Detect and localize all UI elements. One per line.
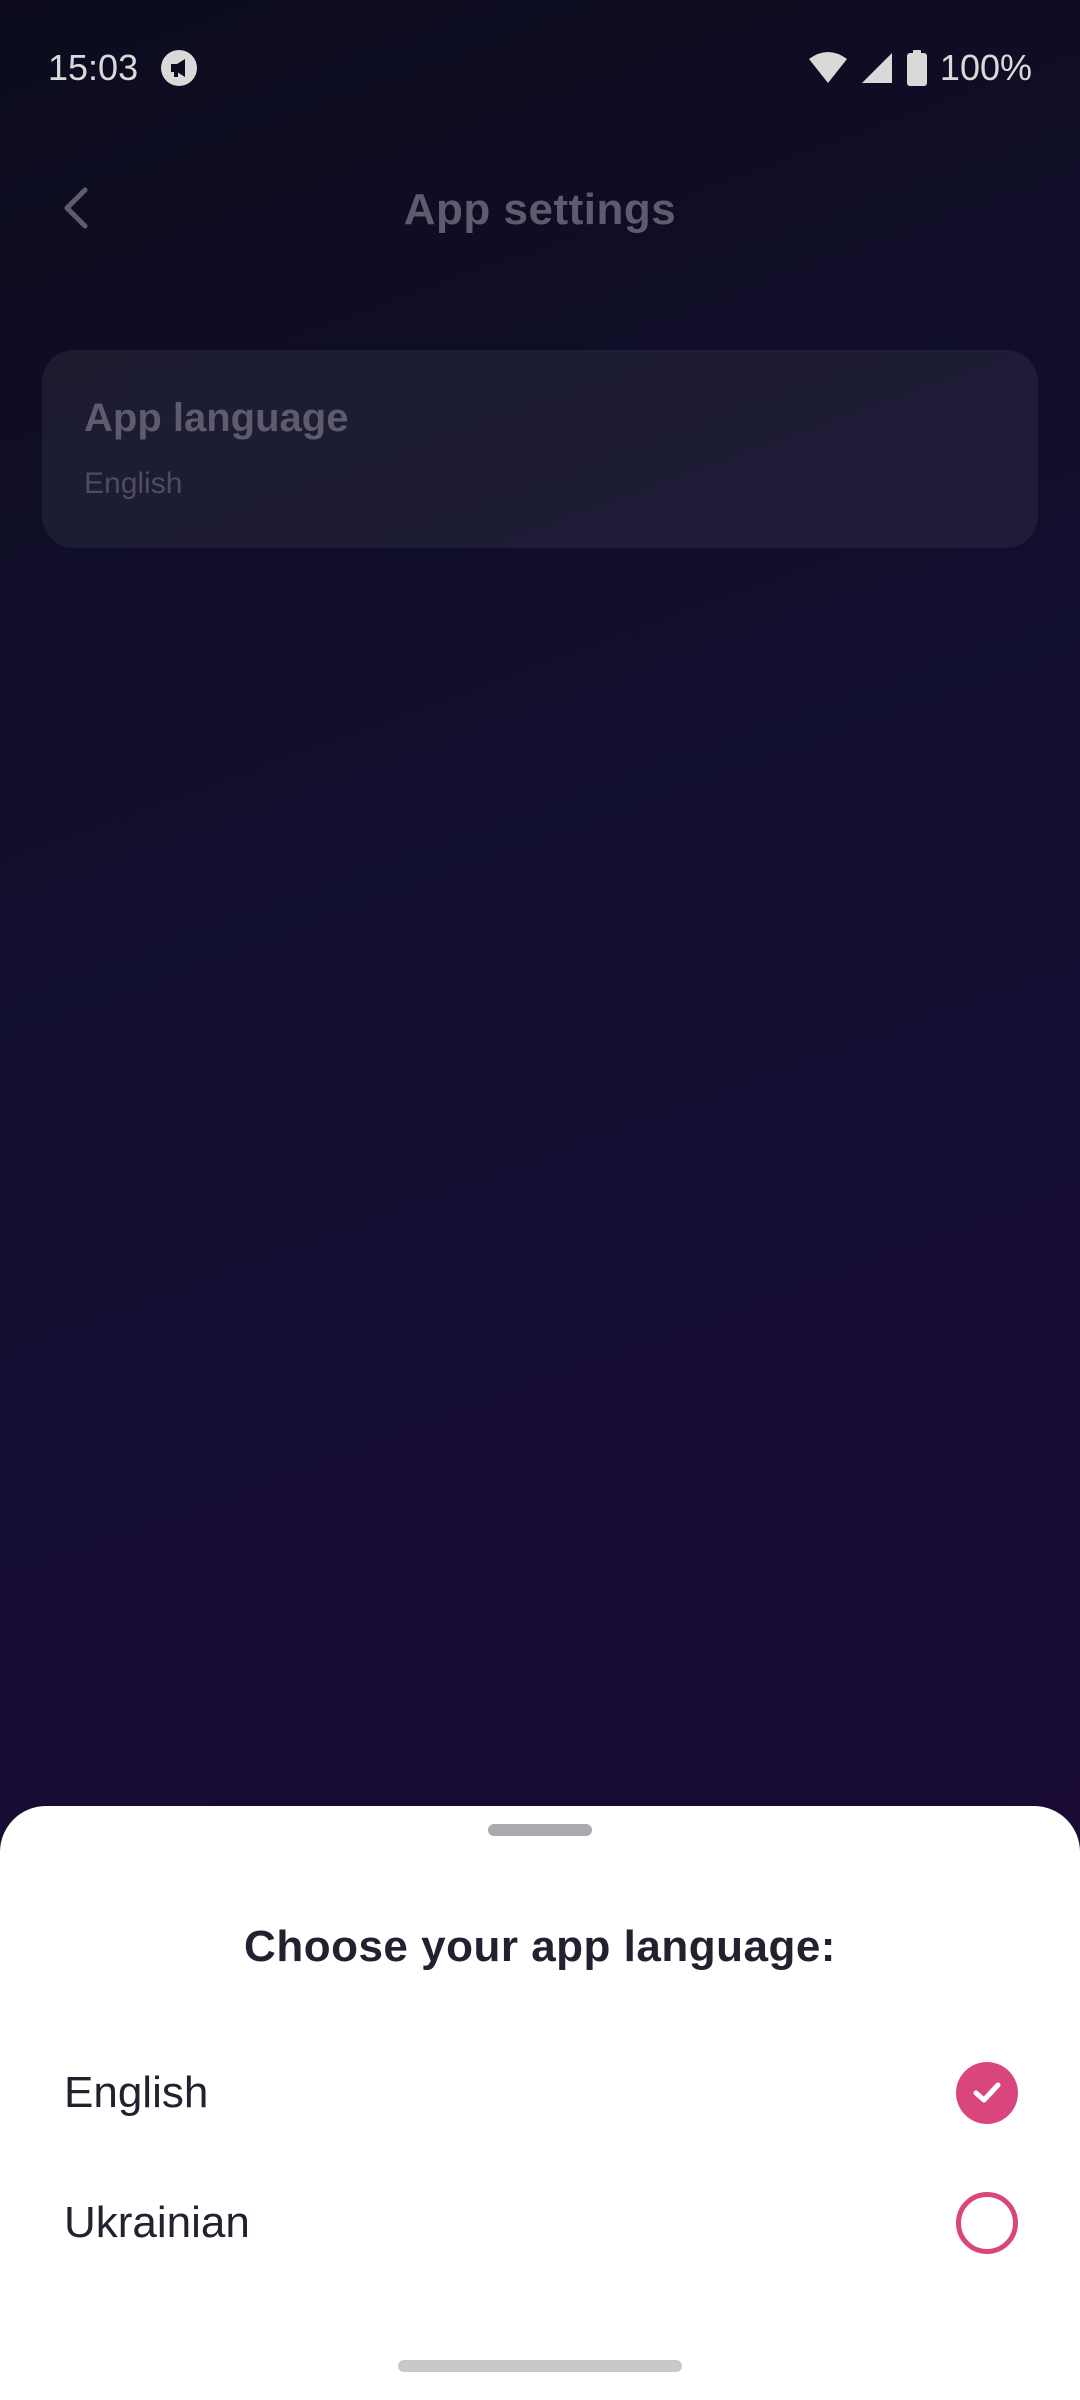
radio-checked-icon[interactable] [956, 2062, 1018, 2124]
drag-handle[interactable] [488, 1824, 592, 1836]
language-bottom-sheet: Choose your app language: English Ukrain… [0, 1806, 1080, 2400]
radio-unchecked-icon[interactable] [956, 2192, 1018, 2254]
language-option-label: English [64, 2068, 209, 2117]
language-option-label: Ukrainian [64, 2198, 250, 2247]
sheet-title: Choose your app language: [244, 1922, 836, 1971]
language-option-ukrainian[interactable]: Ukrainian [0, 2168, 1080, 2278]
home-indicator[interactable] [398, 2360, 682, 2372]
language-option-english[interactable]: English [0, 2038, 1080, 2148]
